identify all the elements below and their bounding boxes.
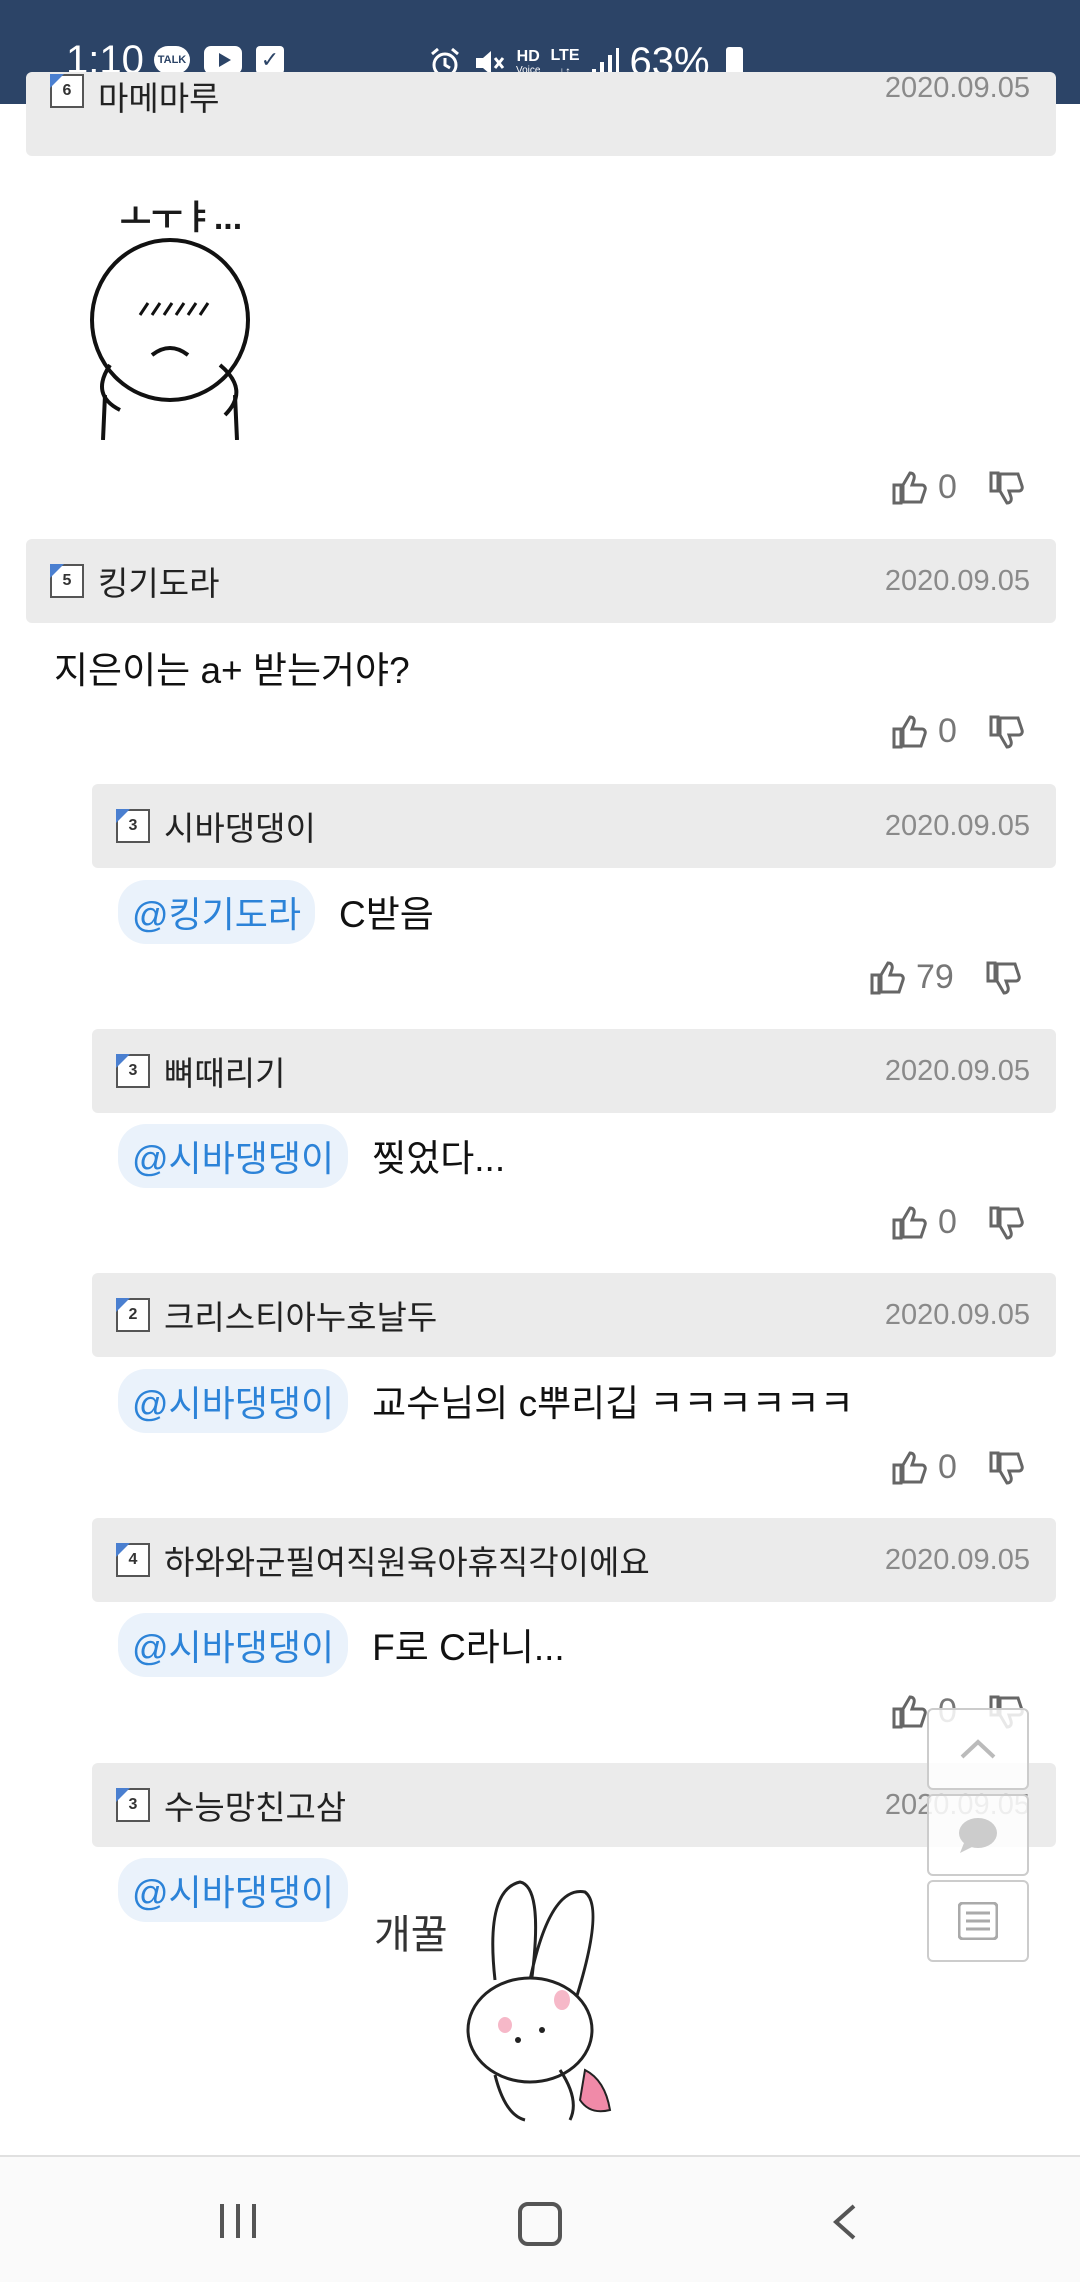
comment-author[interactable]: 시바댕댕이 [164,802,316,850]
sticker-image: ㅗㅜㅑ... [80,180,280,440]
level-icon: 3 [116,809,150,843]
mention-tag[interactable]: @킹기도라 [118,880,316,944]
lte-indicator: LTE [550,46,580,64]
kakaotalk-icon: TALK [154,46,190,74]
comment-date: 2020.09.05 [884,1543,1030,1576]
level-icon: 5 [50,564,84,598]
thumbs-down-icon[interactable] [984,959,1022,997]
comment-date: 2020.09.05 [884,1054,1030,1087]
scroll-top-button[interactable] [927,1708,1029,1790]
vote-bar: 79 [868,958,1022,997]
mention-tag[interactable]: @시바댕댕이 [118,1613,349,1677]
reply-body: @시바댕댕이 [118,1858,372,1922]
like-count: 0 [938,1448,957,1486]
system-navigation-bar [0,2155,1080,2282]
hd-voice-indicator: HD [516,48,540,65]
reply-header: 3 수능망친고삼 2020.09.05 [92,1763,1056,1847]
thumbs-up-icon[interactable] [890,1204,928,1242]
level-icon: 4 [116,1543,150,1577]
level-icon: 6 [50,74,84,108]
checkbox-icon: ✓ [256,46,284,74]
reply-body: @킹기도라 C받음 [118,880,434,944]
comment-author[interactable]: 하와와군필여직원육아휴직각이에요 [164,1536,650,1584]
level-icon: 3 [116,1788,150,1822]
comment-button[interactable] [927,1794,1029,1876]
thumbs-up-icon[interactable] [890,713,928,751]
vote-bar: 0 [890,712,1025,751]
thumbs-up-icon[interactable] [868,959,906,997]
recent-apps-icon[interactable] [216,2202,260,2240]
comment-date: 2020.09.05 [884,72,1030,104]
reply-body: @시바댕댕이 찢었다... [118,1124,505,1188]
reply-body: @시바댕댕이 F로 C라니... [118,1613,565,1677]
comment-text: 교수님의 c뿌리깁 ㅋㅋㅋㅋㅋㅋ [372,1383,854,1424]
reply-header: 4 하와와군필여직원육아휴직각이에요 2020.09.05 [92,1518,1056,1602]
level-icon: 3 [116,1054,150,1088]
thumbs-up-icon[interactable] [890,469,928,507]
like-count: 0 [938,712,957,750]
thumbs-down-icon[interactable] [987,469,1025,507]
comment-author[interactable]: 마메마루 [98,72,219,120]
comment-author[interactable]: 킹기도라 [98,557,219,605]
like-count: 0 [938,1203,957,1241]
comment-author[interactable]: 뼈때리기 [164,1047,285,1095]
comment-text: 지은이는 a+ 받는거야? [54,650,410,691]
comment-icon [959,1818,997,1853]
home-icon[interactable] [518,2202,562,2246]
reply-header: 3 뼈때리기 2020.09.05 [92,1029,1056,1113]
mention-tag[interactable]: @시바댕댕이 [118,1858,349,1922]
reply-header: 3 시바댕댕이 2020.09.05 [92,784,1056,868]
youtube-icon [204,46,242,74]
comment-author[interactable]: 크리스티아누호날두 [164,1291,437,1339]
comment-text: 찢었다... [372,1138,506,1179]
comment-author[interactable]: 수능망친고삼 [164,1781,346,1829]
comment-date: 2020.09.05 [884,564,1030,597]
comment-text: F로 C라니... [372,1627,565,1668]
thumbs-down-icon[interactable] [987,1204,1025,1242]
comment-text: C받음 [339,894,434,935]
thumbs-up-icon[interactable] [890,1693,928,1731]
thumbs-down-icon[interactable] [987,713,1025,751]
reply-body: @시바댕댕이 교수님의 c뿌리깁 ㅋㅋㅋㅋㅋㅋ [118,1369,854,1433]
chevron-up-icon [960,1739,996,1759]
sticker-image: 개꿀 [370,1860,650,2125]
comment-date: 2020.09.05 [884,1298,1030,1331]
mention-tag[interactable]: @시바댕댕이 [118,1124,349,1188]
comment-header: 6 마메마루 2020.09.05 [26,72,1056,156]
back-icon[interactable] [830,2202,860,2242]
mention-tag[interactable]: @시바댕댕이 [118,1369,349,1433]
like-count: 0 [938,468,957,506]
level-icon: 2 [116,1298,150,1332]
list-icon [958,1902,998,1940]
comment-header: 5 킹기도라 2020.09.05 [26,539,1056,623]
like-count: 79 [916,958,954,996]
vote-bar: 0 [890,1203,1025,1242]
thumbs-down-icon[interactable] [987,1449,1025,1487]
list-button[interactable] [927,1880,1029,1962]
reply-header: 2 크리스티아누호날두 2020.09.05 [92,1273,1056,1357]
vote-bar: 0 [890,1448,1025,1487]
thumbs-up-icon[interactable] [890,1449,928,1487]
vote-bar: 0 [890,468,1025,507]
comment-date: 2020.09.05 [884,809,1030,842]
